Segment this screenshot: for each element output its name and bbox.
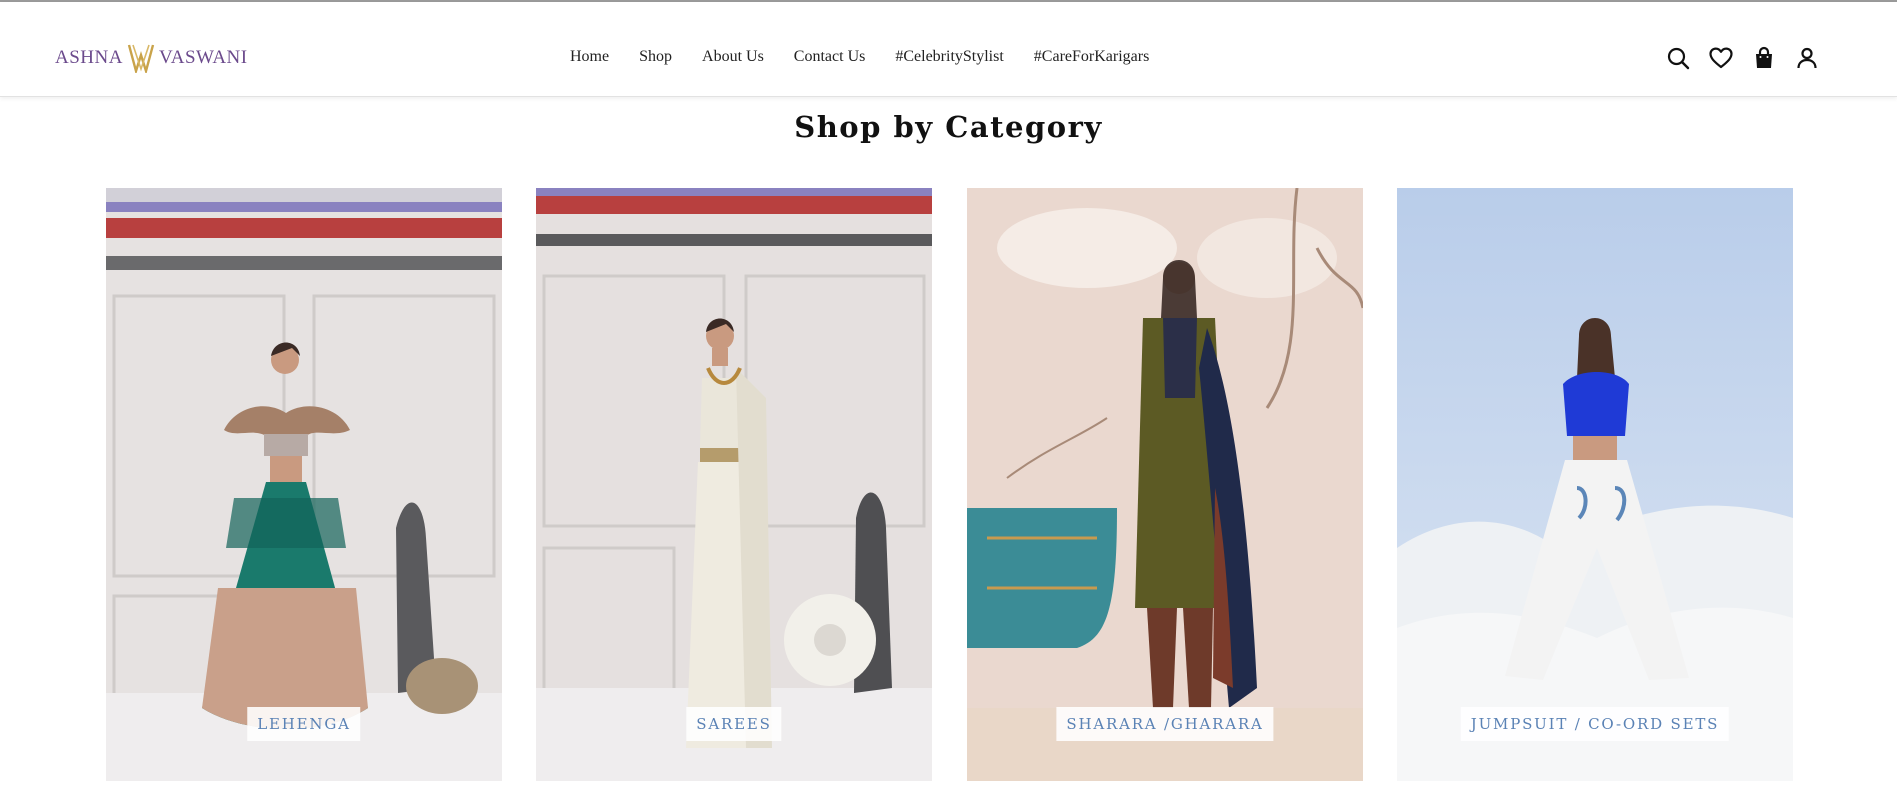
brand-name-right: VASWANI xyxy=(158,47,248,68)
heart-icon[interactable] xyxy=(1709,46,1733,70)
search-icon[interactable] xyxy=(1666,46,1690,70)
category-label: LEHENGA xyxy=(247,707,361,741)
header-actions xyxy=(1666,46,1819,70)
nav-care-for-karigars[interactable]: #CareForKarigars xyxy=(1034,48,1150,66)
user-icon[interactable] xyxy=(1795,46,1819,70)
brand-name-left: ASHNA xyxy=(55,47,123,68)
section-title: Shop by Category xyxy=(794,110,1103,144)
brand-monogram-icon xyxy=(127,44,155,73)
nav-shop[interactable]: Shop xyxy=(639,48,672,66)
jumpsuit-model-photo xyxy=(1397,188,1793,781)
category-card-jumpsuit-coord-sets[interactable]: JUMPSUIT / CO-ORD SETS xyxy=(1397,188,1793,781)
nav-celebrity-stylist[interactable]: #CelebrityStylist xyxy=(895,48,1003,66)
sharara-model-photo xyxy=(967,188,1363,781)
saree-model-photo xyxy=(536,188,932,781)
category-label: SAREES xyxy=(686,707,782,741)
nav-contact-us[interactable]: Contact Us xyxy=(794,48,866,66)
category-card-sarees[interactable]: SAREES xyxy=(536,188,932,781)
lehenga-model-photo xyxy=(106,188,502,781)
brand-logo[interactable]: ASHNA VASWANI xyxy=(55,40,248,76)
nav-about-us[interactable]: About Us xyxy=(702,48,764,66)
category-card-sharara-gharara[interactable]: SHARARA /GHARARA xyxy=(967,188,1363,781)
category-label: JUMPSUIT / CO-ORD SETS xyxy=(1460,707,1730,741)
category-label: SHARARA /GHARARA xyxy=(1056,707,1274,741)
main-nav: Home Shop About Us Contact Us #Celebrity… xyxy=(570,48,1179,66)
category-card-lehenga[interactable]: LEHENGA xyxy=(106,188,502,781)
site-header: ASHNA VASWANI Home Shop About Us Contact… xyxy=(0,2,1897,97)
shopping-bag-icon[interactable] xyxy=(1752,46,1776,70)
nav-home[interactable]: Home xyxy=(570,48,609,66)
